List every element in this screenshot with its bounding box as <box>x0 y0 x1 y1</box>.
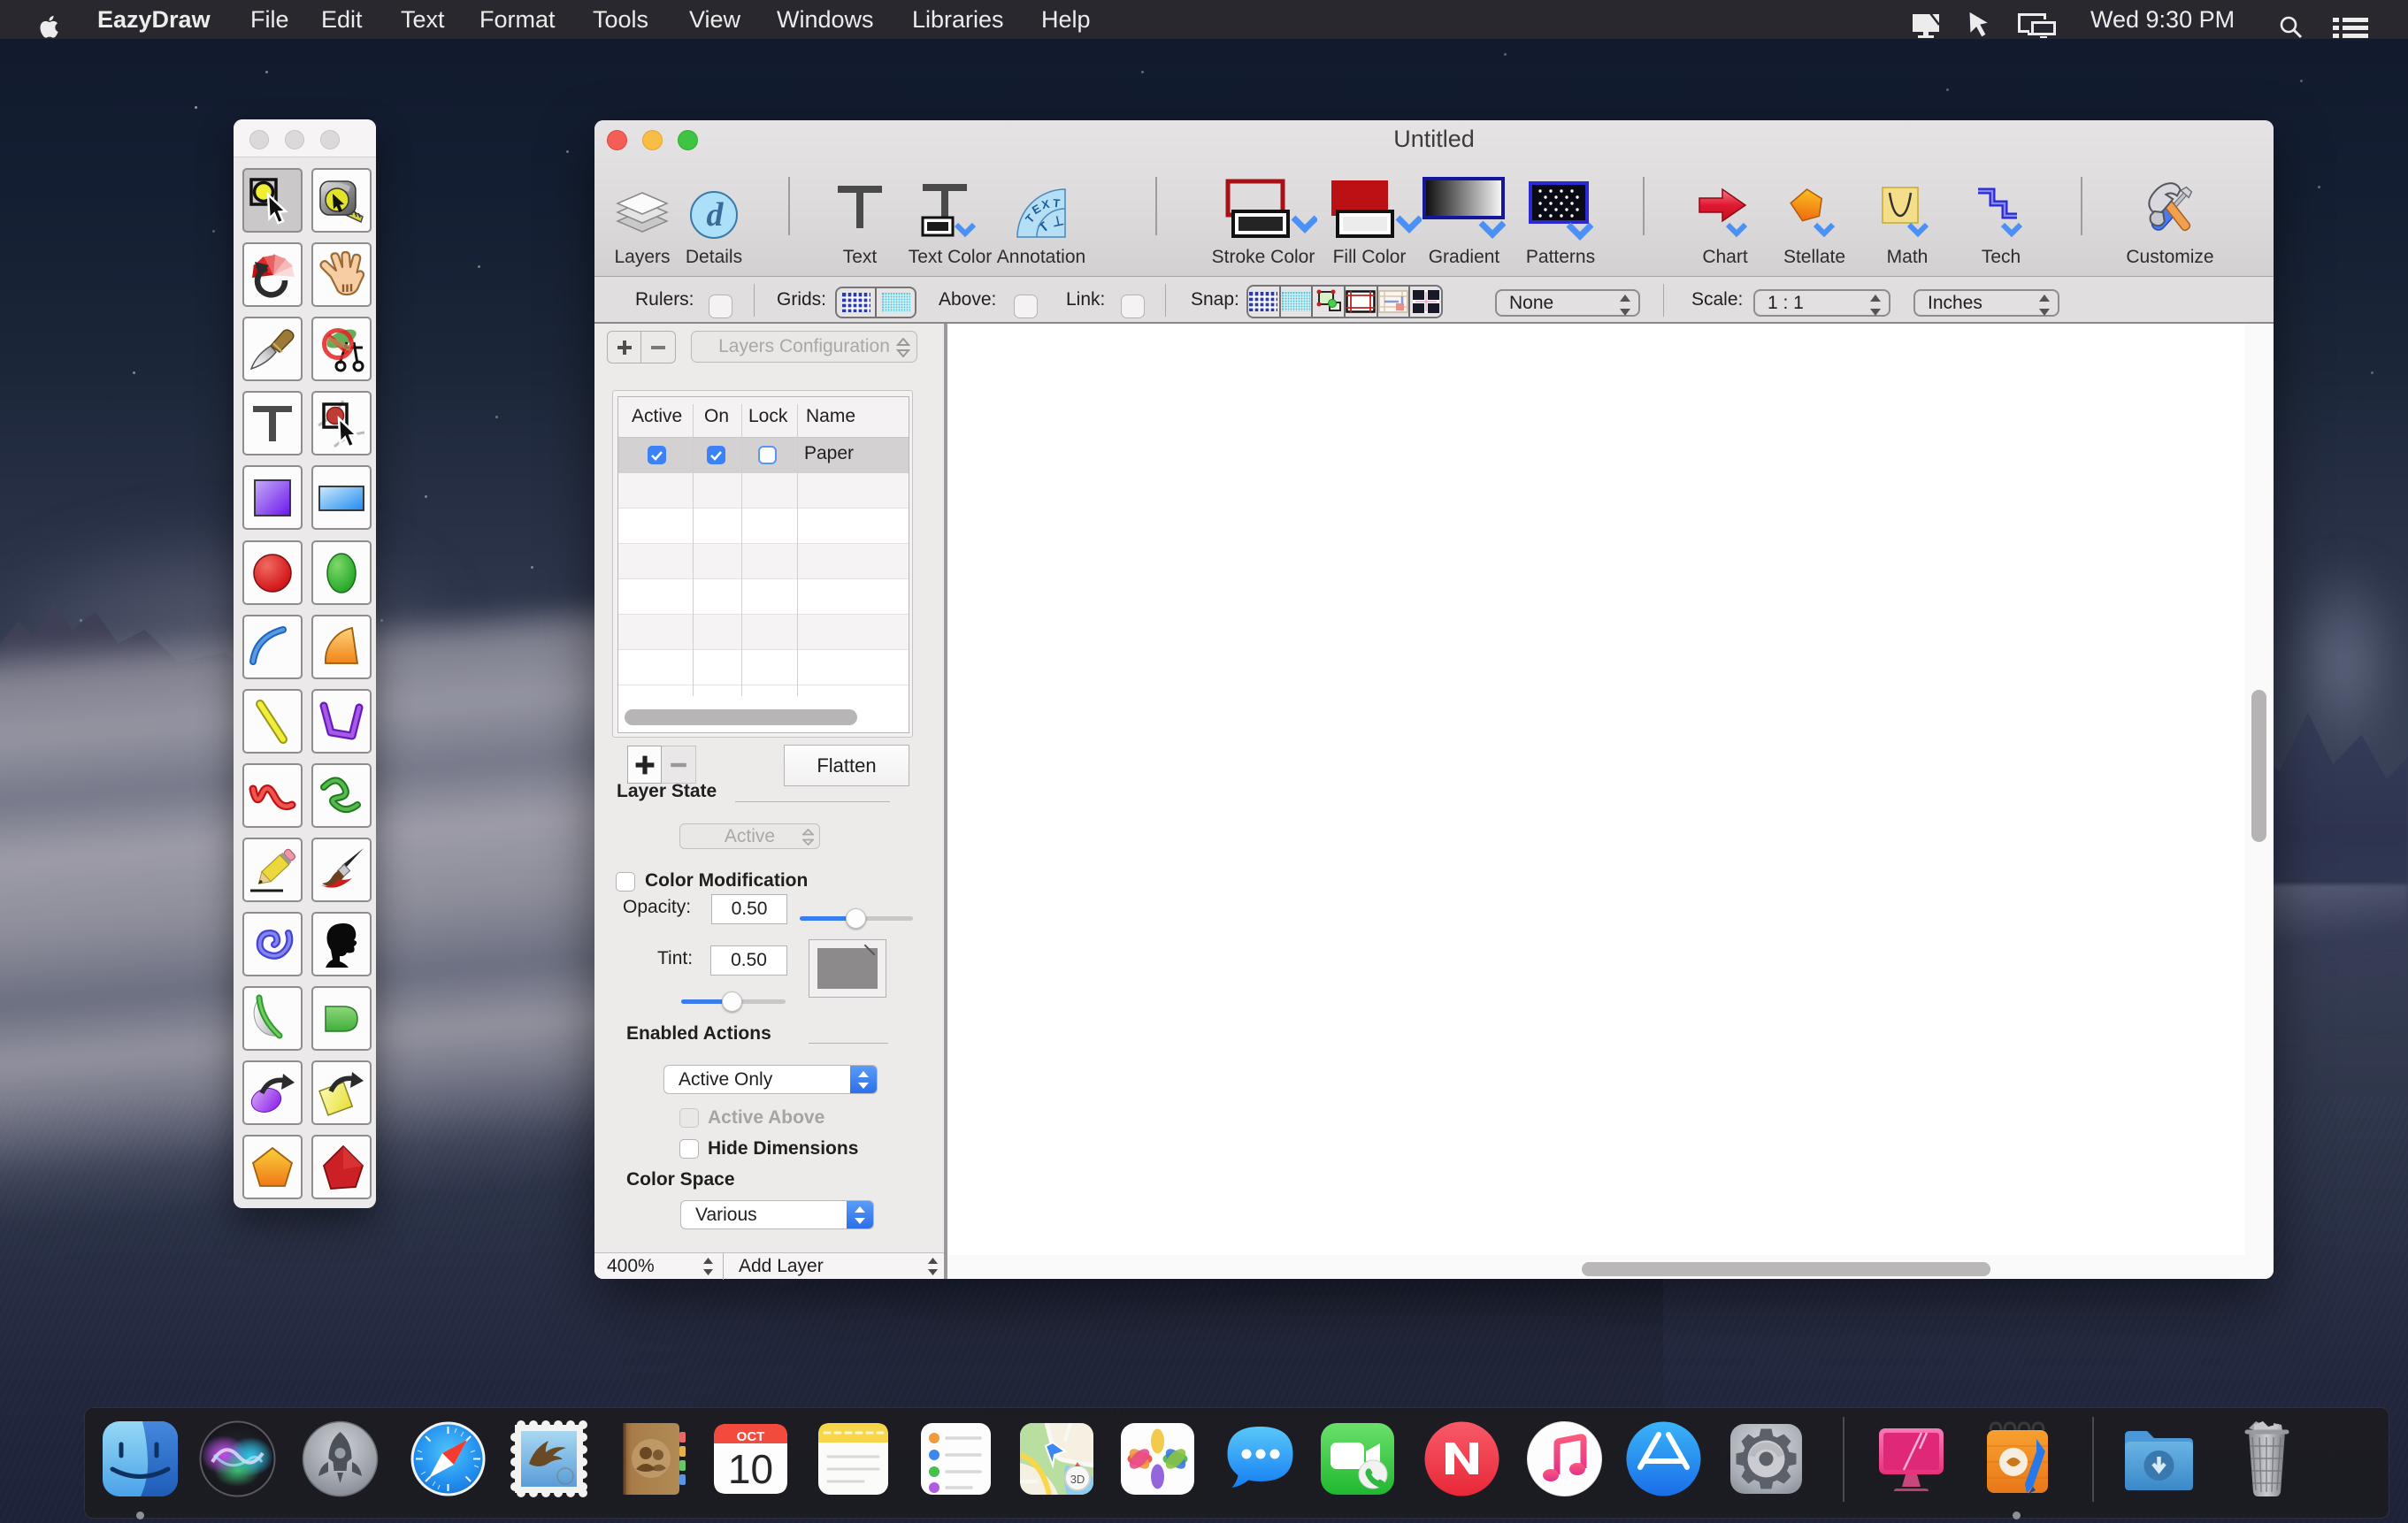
svg-text:3D: 3D <box>1070 1473 1085 1486</box>
svg-text:OCT: OCT <box>737 1429 765 1444</box>
svg-text:T: T <box>1053 196 1061 210</box>
svg-text:10: 10 <box>728 1446 773 1492</box>
svg-text:d: d <box>707 196 725 233</box>
